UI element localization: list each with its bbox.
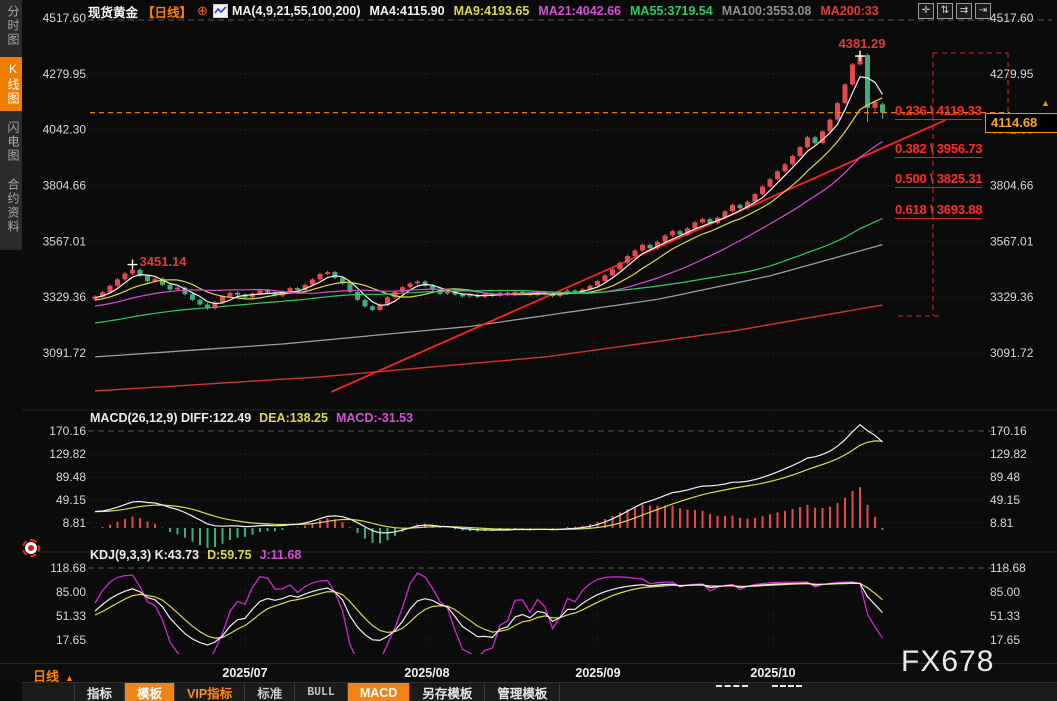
- svg-text:3091.72: 3091.72: [43, 346, 87, 360]
- kdj-title: KDJ(9,3,3) K:43.73: [90, 548, 200, 562]
- dashed-mark: [716, 685, 748, 687]
- brand-watermark: FX678: [901, 645, 995, 678]
- ma-legend: MA4:4115.90 MA9:4193.65 MA21:4042.66 MA55:3…: [370, 4, 888, 18]
- svg-text:3567.01: 3567.01: [990, 234, 1034, 248]
- fib-level-label-0.382: 0.382 \ 3956.73: [895, 141, 983, 158]
- svg-text:4042.30: 4042.30: [43, 123, 87, 137]
- fib-level-label-0.618: 0.618 \ 3693.88: [895, 202, 983, 219]
- scale-y-icon[interactable]: ⇅: [937, 3, 953, 19]
- svg-text:8.81: 8.81: [63, 516, 87, 530]
- chart-type-sidebar: 分时图 K线图闪电图合约资料: [0, 0, 22, 250]
- date-tick-2025/09: 2025/09: [575, 666, 621, 680]
- toolbar-item-6[interactable]: 另存模板: [410, 683, 486, 701]
- toolbar-item-1[interactable]: 模板: [125, 683, 176, 701]
- date-tick-2025/07: 2025/07: [222, 666, 268, 680]
- chart-header-bar: 现货黄金 【日线】 ⊕ MA(4,9,21,55,100,200) MA4:41…: [22, 0, 1057, 22]
- chart-style-icon[interactable]: [212, 4, 228, 18]
- toolbar-item-0[interactable]: 指标: [74, 683, 126, 701]
- date-tick-2025/08: 2025/08: [404, 666, 450, 680]
- pan-icon[interactable]: ✛: [918, 3, 934, 19]
- trading-app-window: 4517.604517.604279.954279.954042.304042.…: [0, 0, 1057, 701]
- svg-text:4279.95: 4279.95: [43, 67, 87, 81]
- date-axis: 日线 ▲ 2025/07 2025/08 2025/09 2025/10: [0, 663, 1057, 684]
- last-price-tag: 4114.68: [985, 113, 1057, 133]
- ma-value-3: MA55:3719.54: [630, 4, 713, 18]
- ma-value-0: MA4:4115.90: [369, 4, 445, 18]
- sidebar-item-3[interactable]: 合约资料: [0, 173, 22, 239]
- add-indicator-icon[interactable]: ⊕: [197, 3, 208, 19]
- chart-corner-toolbar: ✛ ⇅ ⇉ ⇥: [918, 3, 991, 19]
- scale-x-icon[interactable]: ⇉: [956, 3, 972, 19]
- toolbar-item-3[interactable]: 标准: [245, 683, 296, 701]
- toolbar-item-7[interactable]: 管理模板: [485, 683, 561, 701]
- swing-high-label: 3451.14: [139, 254, 187, 269]
- high-price-label: 4381.29: [838, 36, 886, 51]
- svg-text:129.82: 129.82: [49, 447, 86, 461]
- sidebar-item-1[interactable]: K线图: [0, 57, 22, 111]
- svg-text:3804.66: 3804.66: [43, 179, 87, 193]
- kdj-d-value: D:59.75: [207, 548, 252, 562]
- ma-value-4: MA100:3553.08: [721, 4, 812, 18]
- svg-text:3329.36: 3329.36: [43, 290, 87, 304]
- svg-text:118.68: 118.68: [990, 561, 1026, 575]
- alert-indicator-icon: [22, 539, 40, 557]
- svg-text:89.48: 89.48: [56, 470, 86, 484]
- dashed-mark: [772, 685, 802, 687]
- svg-text:170.16: 170.16: [990, 424, 1027, 438]
- period-label: 【日线】: [142, 5, 193, 20]
- svg-text:3091.72: 3091.72: [990, 346, 1034, 360]
- svg-text:85.00: 85.00: [56, 585, 86, 599]
- macd-panel-header: MACD(26,12,9) DIFF:122.49 DEA:138.25 MACD:…: [90, 411, 413, 425]
- symbol-name: 现货黄金: [88, 5, 139, 20]
- fib-level-label-0.236: 0.236 \ 4119.33: [895, 103, 982, 120]
- detach-icon[interactable]: ⇥: [975, 3, 991, 19]
- svg-text:118.68: 118.68: [50, 561, 86, 575]
- macd-dea-value: DEA:138.25: [259, 411, 328, 425]
- sidebar-item-0[interactable]: 分时图: [0, 0, 22, 52]
- sidebar-item-2[interactable]: 闪电图: [0, 116, 22, 168]
- price-direction-arrow-icon: ▲: [1041, 98, 1050, 108]
- svg-text:129.82: 129.82: [990, 447, 1027, 461]
- toolbar-item-5[interactable]: MACD: [347, 683, 411, 701]
- kdj-panel-header: KDJ(9,3,3) K:43.73 D:59.75 J:11.68: [90, 548, 301, 562]
- svg-text:3329.36: 3329.36: [990, 290, 1034, 304]
- svg-text:17.65: 17.65: [990, 633, 1020, 647]
- svg-text:4279.95: 4279.95: [990, 67, 1034, 81]
- ma-value-2: MA21:4042.66: [538, 4, 622, 18]
- macd-hist-value: MACD:-31.53: [335, 411, 414, 425]
- toolbar-item-4[interactable]: BULL: [295, 683, 348, 701]
- ma-value-1: MA9:4193.65: [453, 4, 530, 18]
- svg-text:51.33: 51.33: [990, 609, 1020, 623]
- svg-text:51.33: 51.33: [56, 609, 86, 623]
- svg-text:49.15: 49.15: [990, 493, 1020, 507]
- svg-text:85.00: 85.00: [990, 585, 1020, 599]
- svg-text:3804.66: 3804.66: [990, 179, 1034, 193]
- svg-text:170.16: 170.16: [49, 424, 86, 438]
- toolbar-item-2[interactable]: VIP指标: [175, 683, 246, 701]
- kdj-j-value: J:11.68: [259, 548, 302, 562]
- svg-text:89.48: 89.48: [990, 470, 1020, 484]
- macd-title: MACD(26,12,9) DIFF:122.49: [90, 411, 252, 425]
- swing-markers: [127, 51, 865, 270]
- ma-value-5: MA200:33: [820, 4, 879, 18]
- kdj-panel: [94, 572, 883, 654]
- svg-text:17.65: 17.65: [56, 633, 86, 647]
- date-tick-2025/10: 2025/10: [750, 666, 796, 680]
- svg-text:8.81: 8.81: [990, 516, 1014, 530]
- candlestick-series: [92, 50, 885, 312]
- svg-text:3567.01: 3567.01: [43, 234, 87, 248]
- indicator-toolbar: 指标 模板 VIP指标 标准 BULL MACD 另存模板 管理模板: [22, 682, 1057, 701]
- ma-settings-label: MA(4,9,21,55,100,200): [231, 4, 361, 18]
- svg-text:49.15: 49.15: [56, 493, 86, 507]
- macd-panel: [94, 424, 884, 548]
- fib-level-label-0.500: 0.500 \ 3825.31: [895, 171, 983, 188]
